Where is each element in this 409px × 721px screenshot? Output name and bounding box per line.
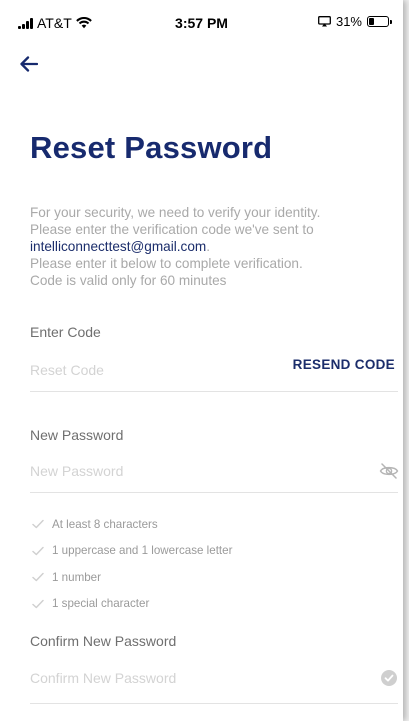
check-icon	[32, 520, 44, 529]
password-requirements: At least 8 characters 1 uppercase and 1 l…	[32, 511, 232, 617]
confirm-password-input[interactable]	[30, 667, 330, 689]
requirement-label: At least 8 characters	[52, 517, 158, 531]
arrow-left-icon	[20, 56, 39, 72]
requirement-item: At least 8 characters	[32, 511, 232, 538]
requirement-label: 1 special character	[52, 597, 150, 611]
status-bar: AT&T 3:57 PM 31%	[0, 0, 403, 44]
code-label: Enter Code	[30, 324, 101, 340]
intro-line: Please enter it below to complete verifi…	[30, 256, 303, 271]
battery-icon	[367, 16, 392, 27]
screen: AT&T 3:57 PM 31% Reset Password For your…	[0, 0, 409, 721]
back-button[interactable]	[20, 56, 50, 80]
intro-text: For your security, we need to verify you…	[30, 204, 395, 289]
phone-screen: AT&T 3:57 PM 31% Reset Password For your…	[0, 0, 403, 721]
new-password-input[interactable]	[30, 460, 330, 482]
battery-level	[369, 18, 374, 25]
requirement-item: 1 special character	[32, 591, 232, 618]
requirement-label: 1 uppercase and 1 lowercase letter	[52, 544, 233, 558]
battery-percent: 31%	[335, 14, 362, 29]
requirement-item: 1 number	[32, 564, 232, 591]
resend-code-button[interactable]: RESEND CODE	[293, 357, 395, 372]
check-icon	[32, 546, 44, 555]
intro-line: Code is valid only for 60 minutes	[30, 273, 227, 288]
requirement-label: 1 number	[52, 570, 101, 584]
intro-line: For your security, we need to verify you…	[30, 205, 321, 220]
reset-code-input[interactable]	[30, 359, 330, 381]
intro-line: Please enter the verification code we've…	[30, 222, 314, 237]
new-password-label: New Password	[30, 427, 124, 443]
eye-off-icon	[379, 463, 399, 479]
email-suffix: .	[206, 239, 211, 254]
confirm-password-divider	[30, 703, 398, 704]
check-icon	[32, 573, 44, 582]
confirm-password-label: Confirm New Password	[30, 633, 177, 649]
email-address: intelliconnecttest@gmail.com	[30, 239, 207, 254]
email-line: intelliconnecttest@gmail.com.	[30, 238, 395, 255]
password-visibility-toggle[interactable]	[379, 462, 399, 480]
code-divider	[30, 391, 398, 392]
check-icon	[32, 599, 44, 608]
requirement-item: 1 uppercase and 1 lowercase letter	[32, 538, 232, 565]
page-title: Reset Password	[30, 130, 273, 165]
check-circle-icon	[381, 670, 397, 686]
new-password-divider	[30, 492, 398, 493]
screen-mirroring-icon	[318, 16, 331, 27]
status-right: 31%	[318, 14, 392, 29]
